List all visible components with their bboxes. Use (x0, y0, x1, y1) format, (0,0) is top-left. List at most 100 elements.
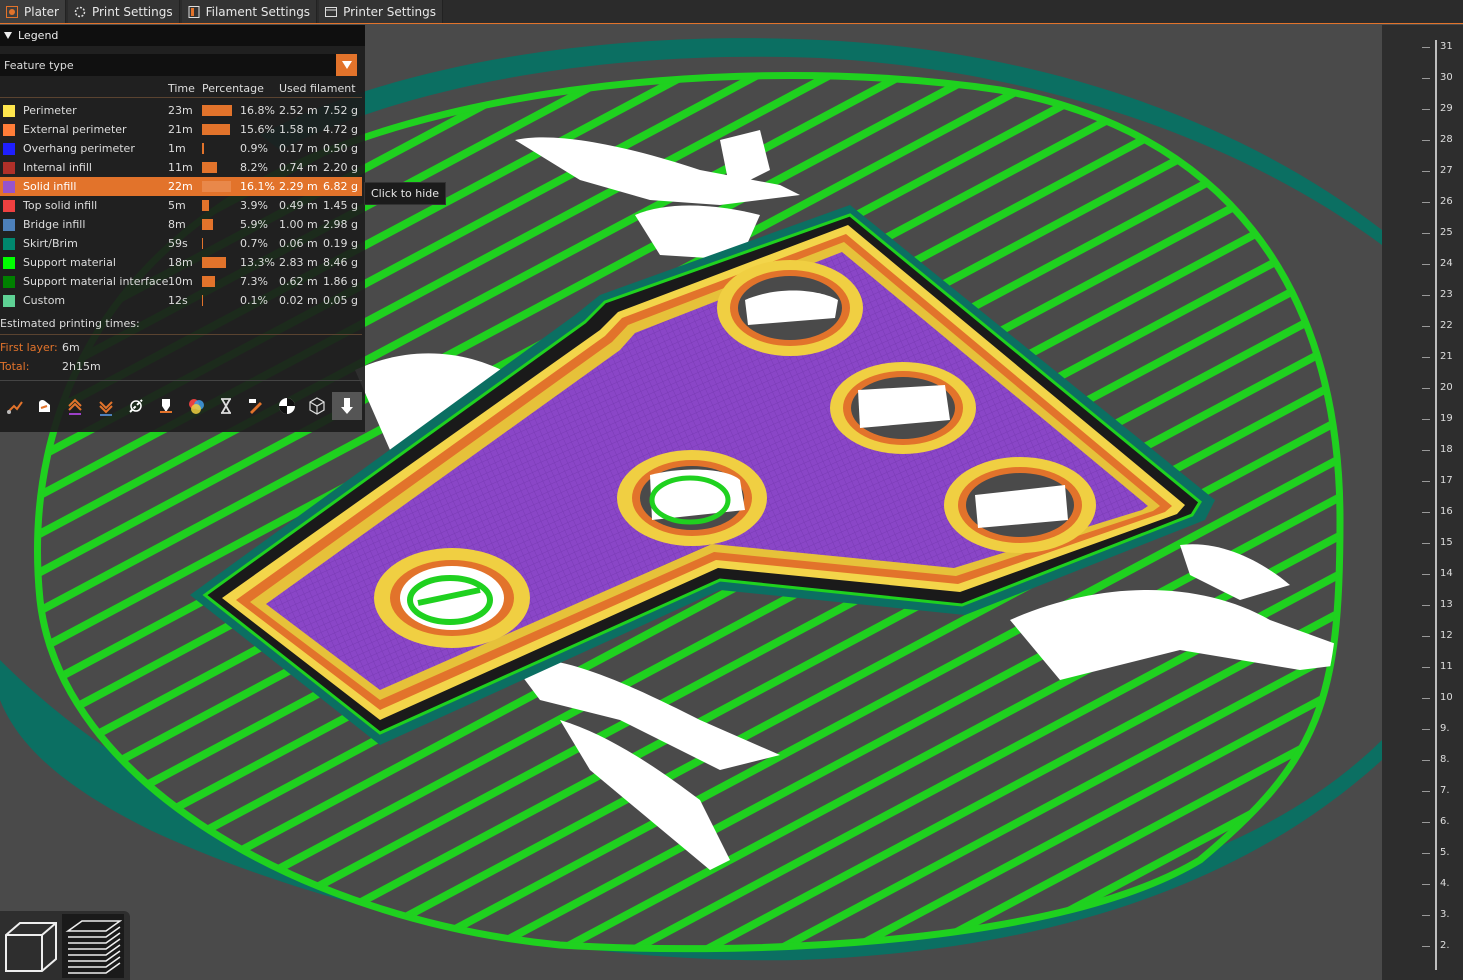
ruler-tick (1422, 419, 1430, 420)
ruler-tick (1422, 78, 1430, 79)
shells-icon[interactable] (302, 392, 332, 420)
percentage-bar (202, 295, 203, 306)
feature-time: 23m (168, 104, 193, 117)
ruler-label: 14 (1440, 568, 1453, 579)
feature-name: Skirt/Brim (23, 237, 78, 250)
legend-row[interactable]: Top solid infill 5m 3.9% 0.49 m 1.45 g (0, 196, 362, 215)
legend-row[interactable]: Support material interface 10m 7.3% 0.62 m 1… (0, 272, 362, 291)
legend-header[interactable]: Legend (0, 25, 365, 46)
legend-row[interactable]: Perimeter 23m 16.8% 2.52 m 7.52 g (0, 101, 362, 120)
col-time: Time (168, 82, 195, 95)
legend-row[interactable]: Bridge infill 8m 5.9% 1.00 m 2.98 g (0, 215, 362, 234)
legend-row[interactable]: Overhang perimeter 1m 0.9% 0.17 m 0.50 g (0, 139, 362, 158)
preview-view-button[interactable] (62, 914, 124, 978)
legend-row[interactable]: Custom 12s 0.1% 0.02 m 0.05 g (0, 291, 362, 310)
feature-weight: 0.19 g (323, 237, 358, 250)
print-settings-icon (74, 6, 86, 18)
color-swatch (3, 162, 15, 174)
feature-length: 0.17 m (279, 142, 318, 155)
color-changes-icon[interactable] (181, 392, 211, 420)
feature-percentage: 16.1% (240, 180, 275, 193)
percentage-bar (202, 143, 204, 154)
tool-marker-icon[interactable] (331, 392, 363, 420)
percentage-bar (202, 124, 230, 135)
feature-percentage: 16.8% (240, 104, 275, 117)
custom-gcode-icon[interactable] (241, 392, 271, 420)
legend-row[interactable]: Solid infill 22m 16.1% 2.29 m 6.82 g (0, 177, 362, 196)
color-swatch (3, 295, 15, 307)
ruler-tick (1422, 636, 1430, 637)
view-type-combo[interactable]: Feature type (0, 54, 357, 76)
feature-length: 0.74 m (279, 161, 318, 174)
feature-weight: 4.72 g (323, 123, 358, 136)
plater-icon (6, 5, 18, 18)
tab-print-settings[interactable]: Print Settings (67, 0, 180, 23)
travel-icon[interactable] (0, 392, 30, 420)
view-type-value: Feature type (4, 58, 74, 72)
feature-weight: 0.50 g (323, 142, 358, 155)
feature-percentage: 7.3% (240, 275, 268, 288)
ruler-label: 11 (1440, 661, 1453, 672)
ruler-tick (1422, 822, 1430, 823)
first-layer-value: 6m (62, 341, 80, 354)
3d-cube-icon (5, 922, 57, 972)
feature-name: Perimeter (23, 104, 77, 117)
legend-row[interactable]: External perimeter 21m 15.6% 1.58 m 4.72 g (0, 120, 362, 139)
feature-weight: 1.86 g (323, 275, 358, 288)
total-row: Total: (0, 360, 29, 373)
retractions-icon[interactable] (60, 392, 90, 420)
deretractions-icon[interactable] (91, 392, 121, 420)
feature-length: 0.49 m (279, 199, 318, 212)
feature-percentage: 0.1% (240, 294, 268, 307)
legend-panel: Legend Feature type Time Percentage Used… (0, 25, 365, 432)
ruler-tick (1422, 729, 1430, 730)
seams-icon[interactable] (121, 392, 151, 420)
layer-slider-track[interactable] (1435, 40, 1437, 970)
ruler-tick (1422, 698, 1430, 699)
ruler-label: 27 (1440, 165, 1453, 176)
tab-label: Filament Settings (205, 4, 311, 19)
ruler-label: 8. (1440, 754, 1450, 765)
feature-weight: 7.52 g (323, 104, 358, 117)
legend-row[interactable]: Support material 18m 13.3% 2.83 m 8.46 g (0, 253, 362, 272)
ruler-tick (1422, 760, 1430, 761)
tab-bar: Plater Print Settings Filament Settings … (0, 0, 1463, 24)
first-layer-label: First layer: (0, 341, 58, 354)
feature-percentage: 3.9% (240, 199, 268, 212)
feature-length: 2.83 m (279, 256, 318, 269)
col-percentage: Percentage (202, 82, 264, 95)
feature-length: 2.52 m (279, 104, 318, 117)
feature-length: 2.29 m (279, 180, 318, 193)
ruler-tick (1422, 605, 1430, 606)
ruler-tick (1422, 543, 1430, 544)
legend-row[interactable]: Internal infill 11m 8.2% 0.74 m 2.20 g (0, 158, 362, 177)
color-swatch (3, 143, 15, 155)
feature-time: 1m (168, 142, 186, 155)
ruler-label: 4. (1440, 878, 1450, 889)
printer-icon (325, 6, 338, 18)
feature-name: External perimeter (23, 123, 127, 136)
layer-slider[interactable]: 31 30 29 28 27 26 25 24 23 22 21 20 19 18 17 16 15 14 13 12… (1382, 25, 1463, 980)
tool-changes-icon[interactable] (151, 392, 181, 420)
3d-view-button[interactable] (0, 914, 62, 978)
ruler-label: 24 (1440, 258, 1453, 269)
center-of-gravity-icon[interactable] (272, 392, 302, 420)
ruler-tick (1422, 667, 1430, 668)
tab-plater[interactable]: Plater (0, 0, 66, 23)
tab-label: Printer Settings (343, 4, 437, 19)
ruler-tick (1422, 47, 1430, 48)
tab-printer-settings[interactable]: Printer Settings (319, 0, 444, 23)
divider (0, 334, 362, 335)
dropdown-arrow-icon[interactable] (336, 54, 357, 76)
tab-filament-settings[interactable]: Filament Settings (181, 0, 318, 23)
legend-row[interactable]: Skirt/Brim 59s 0.7% 0.06 m 0.19 g (0, 234, 362, 253)
ruler-label: 29 (1440, 103, 1453, 114)
feature-percentage: 15.6% (240, 123, 275, 136)
ruler-label: 10 (1440, 692, 1453, 703)
feature-weight: 0.05 g (323, 294, 358, 307)
feature-length: 1.00 m (279, 218, 318, 231)
wipe-icon[interactable] (30, 392, 60, 420)
divider (0, 380, 362, 381)
pause-icon[interactable] (211, 392, 241, 420)
total-value: 2h15m (62, 360, 101, 373)
